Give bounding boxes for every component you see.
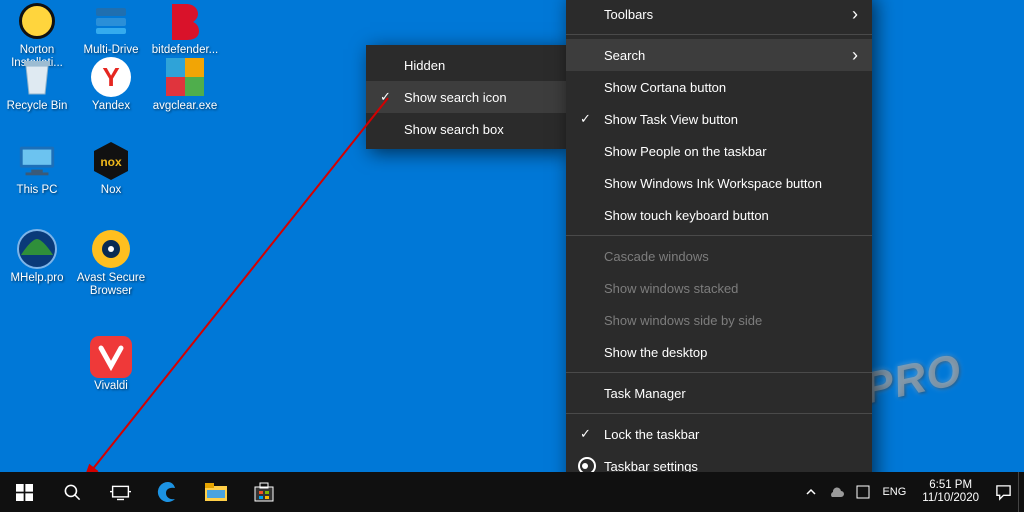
menu-separator bbox=[566, 413, 872, 414]
submenu-item[interactable]: Show search box bbox=[366, 113, 566, 145]
taskbar-context-menu: Toolbars SearchShow Cortana buttonShow Ta… bbox=[566, 0, 872, 486]
submenu-item[interactable]: Show search icon bbox=[366, 81, 566, 113]
menu-separator bbox=[566, 34, 872, 35]
desktop-icon-label: This PC bbox=[0, 184, 74, 197]
system-tray: ENG 6:51 PM 11/10/2020 bbox=[800, 472, 1024, 512]
menu-separator bbox=[566, 372, 872, 373]
mhelp-icon bbox=[16, 228, 58, 270]
norton-icon bbox=[16, 0, 58, 42]
desktop-icon-label: Avast Secure Browser bbox=[74, 272, 148, 298]
desktop-icon-nox[interactable]: nox Nox bbox=[74, 140, 148, 197]
desktop-icon-label: Vivaldi bbox=[74, 380, 148, 393]
menu-item[interactable]: Show Windows Ink Workspace button bbox=[566, 167, 872, 199]
desktop-icon-label: avgclear.exe bbox=[148, 100, 222, 113]
menu-separator bbox=[566, 235, 872, 236]
start-button[interactable] bbox=[0, 472, 48, 512]
bitdefender-icon bbox=[164, 0, 206, 42]
desktop-icon-mhelp[interactable]: MHelp.pro bbox=[0, 228, 74, 285]
edge-icon[interactable] bbox=[144, 472, 192, 512]
desktop-icon-label: Nox bbox=[74, 184, 148, 197]
show-desktop-button[interactable] bbox=[1018, 472, 1024, 512]
recyclebin-icon bbox=[16, 56, 58, 98]
multidrive-icon bbox=[90, 0, 132, 42]
desktop-icon-label: MHelp.pro bbox=[0, 272, 74, 285]
desktop-icon-bitdefender[interactable]: bitdefender... bbox=[148, 0, 222, 57]
desktop-icon-yandex[interactable]: Y Yandex bbox=[74, 56, 148, 113]
menu-item: Cascade windows bbox=[566, 240, 872, 272]
submenu-item[interactable]: Hidden bbox=[366, 49, 566, 81]
menu-item[interactable]: Show Cortana button bbox=[566, 71, 872, 103]
desktop-icon-vivaldi[interactable]: Vivaldi bbox=[74, 336, 148, 393]
desktop-icon-label: Yandex bbox=[74, 100, 148, 113]
tray-onedrive-icon[interactable] bbox=[822, 472, 850, 512]
vivaldi-icon bbox=[90, 336, 132, 378]
desktop-icon-avastsb[interactable]: Avast Secure Browser bbox=[74, 228, 148, 298]
desktop-icon-multidrive[interactable]: Multi-Drive bbox=[74, 0, 148, 57]
tray-language[interactable]: ENG bbox=[876, 472, 912, 512]
menu-item[interactable]: Show People on the taskbar bbox=[566, 135, 872, 167]
desktop-icon-avgclear[interactable]: avgclear.exe bbox=[148, 56, 222, 113]
tray-time: 6:51 PM bbox=[922, 479, 979, 492]
search-icon[interactable] bbox=[48, 472, 96, 512]
menu-item[interactable]: Task Manager bbox=[566, 377, 872, 409]
menu-item[interactable]: Show Task View button bbox=[566, 103, 872, 135]
menu-item: Show windows stacked bbox=[566, 272, 872, 304]
yandex-icon: Y bbox=[90, 56, 132, 98]
menu-item[interactable]: Show the desktop bbox=[566, 336, 872, 368]
desktop-icon-label: Recycle Bin bbox=[0, 100, 74, 113]
menu-item[interactable]: Search bbox=[566, 39, 872, 71]
file-explorer-icon[interactable] bbox=[192, 472, 240, 512]
svg-text:nox: nox bbox=[100, 155, 122, 169]
avastsb-icon bbox=[90, 228, 132, 270]
menu-item: Show windows side by side bbox=[566, 304, 872, 336]
tray-ime-icon[interactable] bbox=[850, 472, 876, 512]
taskbar: ENG 6:51 PM 11/10/2020 bbox=[0, 472, 1024, 512]
menu-item[interactable]: Lock the taskbar bbox=[566, 418, 872, 450]
tray-chevron-up-icon[interactable] bbox=[800, 472, 822, 512]
avgclear-icon bbox=[164, 56, 206, 98]
menu-item[interactable]: Toolbars bbox=[566, 0, 872, 30]
action-center-icon[interactable] bbox=[989, 472, 1018, 512]
desktop-icon-thispc[interactable]: This PC bbox=[0, 140, 74, 197]
task-view-button[interactable] bbox=[96, 472, 144, 512]
thispc-icon bbox=[16, 140, 58, 182]
nox-icon: nox bbox=[90, 140, 132, 182]
microsoft-store-icon[interactable] bbox=[240, 472, 288, 512]
menu-item[interactable]: Show touch keyboard button bbox=[566, 199, 872, 231]
tray-date: 11/10/2020 bbox=[922, 492, 979, 505]
tray-clock[interactable]: 6:51 PM 11/10/2020 bbox=[912, 479, 989, 505]
desktop-icon-recyclebin[interactable]: Recycle Bin bbox=[0, 56, 74, 113]
search-submenu: HiddenShow search iconShow search box bbox=[366, 45, 566, 149]
